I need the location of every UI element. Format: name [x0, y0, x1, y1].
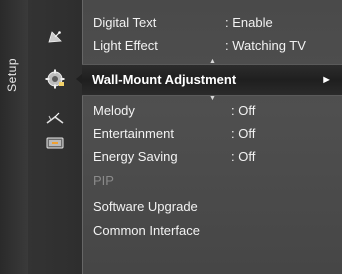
- menu-item-value: : Off: [231, 126, 256, 141]
- submenu-arrow-icon: ►: [321, 74, 332, 86]
- menu-list-panel: Digital Text : Enable Light Effect : Wat…: [82, 0, 342, 274]
- menu-item-melody[interactable]: Melody: [93, 100, 135, 122]
- menu-item-value: : Enable: [225, 15, 273, 30]
- menu-item-label: Melody: [93, 103, 135, 118]
- menu-item-value: : Off: [231, 149, 256, 164]
- menu-item-wall-mount-adjustment[interactable]: Wall-Mount Adjustment ►: [82, 64, 342, 96]
- menu-item-label: Common Interface: [93, 223, 200, 238]
- menu-item-value: : Watching TV: [225, 38, 306, 53]
- side-tab: Setup: [0, 0, 28, 274]
- scroll-down-icon: ▼: [209, 95, 216, 102]
- gear-icon[interactable]: [28, 68, 82, 90]
- menu-item-label: Entertainment: [93, 126, 174, 141]
- input-source-icon[interactable]: [28, 132, 82, 154]
- menu-item-pip: PIP: [93, 170, 114, 192]
- menu-item-entertainment[interactable]: Entertainment: [93, 123, 174, 145]
- menu-item-label: Software Upgrade: [93, 199, 198, 214]
- menu-item-light-effect[interactable]: Light Effect: [93, 35, 158, 57]
- antenna-icon[interactable]: [28, 108, 82, 130]
- satellite-dish-icon[interactable]: [28, 26, 82, 48]
- menu-item-energy-saving[interactable]: Energy Saving: [93, 146, 178, 168]
- selected-item-label: Wall-Mount Adjustment: [92, 72, 237, 87]
- menu-item-common-interface[interactable]: Common Interface: [93, 220, 200, 242]
- menu-item-digital-text[interactable]: Digital Text: [93, 12, 156, 34]
- menu-item-value: : Off: [231, 103, 256, 118]
- menu-item-label: Light Effect: [93, 38, 158, 53]
- side-tab-label: Setup: [5, 58, 19, 92]
- menu-item-label: Digital Text: [93, 15, 157, 30]
- menu-item-software-upgrade[interactable]: Software Upgrade: [93, 196, 198, 218]
- menu-item-label: PIP: [93, 173, 114, 188]
- setup-menu-window: Setup Digital Text: Enable Light Effect…: [0, 0, 342, 274]
- icon-column: [28, 0, 82, 274]
- menu-item-label: Energy Saving: [93, 149, 178, 164]
